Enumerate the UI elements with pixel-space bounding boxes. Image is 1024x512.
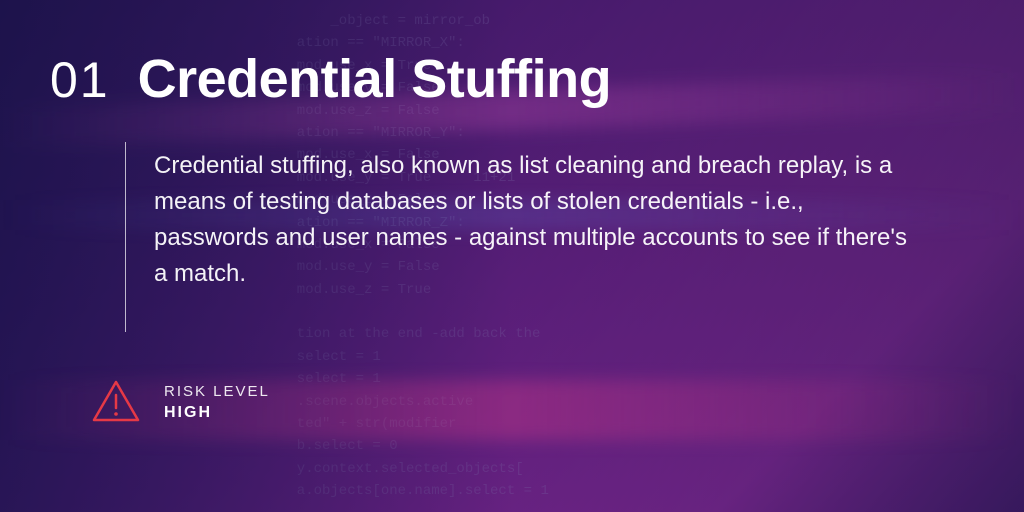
vertical-divider [125, 142, 126, 332]
content-container: 01 Credential Stuffing Credential stuffi… [0, 0, 1024, 512]
risk-value: HIGH [164, 404, 270, 422]
risk-label: RISK LEVEL [164, 383, 270, 400]
description-text: Credential stuffing, also known as list … [154, 136, 914, 332]
page-title: Credential Stuffing [138, 52, 612, 106]
risk-text-block: RISK LEVEL HIGH [164, 383, 270, 422]
header-row: 01 Credential Stuffing [50, 52, 974, 106]
risk-section: RISK LEVEL HIGH [92, 380, 974, 424]
warning-triangle-icon [92, 380, 140, 424]
item-number: 01 [50, 55, 110, 105]
body-section: Credential stuffing, also known as list … [125, 136, 974, 332]
